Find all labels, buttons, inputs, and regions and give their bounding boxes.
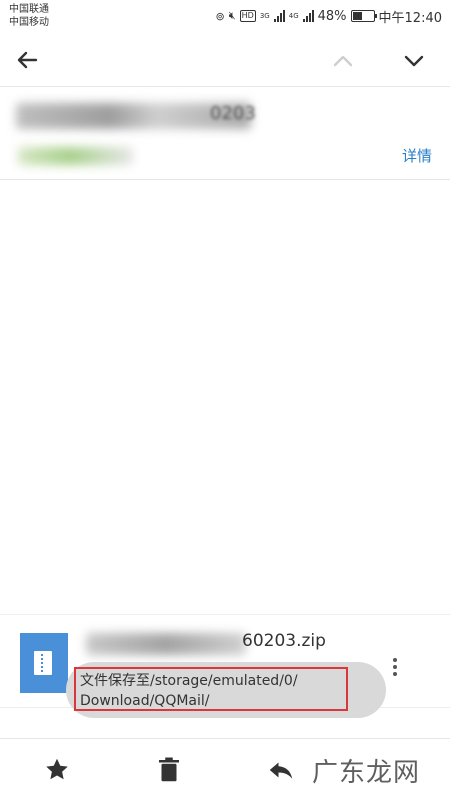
chevron-down-icon (404, 55, 424, 67)
signal-icon (273, 10, 285, 22)
reply-button[interactable] (266, 755, 296, 785)
toast-line-2: Download/QQMail/ (80, 693, 210, 709)
star-icon (46, 758, 68, 780)
previous-mail-button[interactable] (330, 48, 356, 74)
details-link[interactable]: 详情 (402, 145, 432, 166)
dot-icon (393, 658, 397, 662)
attachment-filename: 60203.zip (242, 631, 326, 651)
carrier-info: 中国联通 中国移动 (9, 3, 49, 29)
hotspot-icon: ⊚ (215, 9, 225, 23)
zip-file-icon (20, 633, 68, 693)
reply-icon (269, 762, 293, 779)
arrow-left-icon (17, 51, 38, 69)
watermark: 广东龙网 (312, 758, 421, 788)
dot-icon (393, 672, 397, 676)
subject-tail: 0203 (210, 103, 256, 124)
delete-button[interactable] (154, 755, 184, 785)
battery-icon (350, 10, 377, 22)
save-location-toast: 文件保存至/storage/emulated/0/ Download/QQMai… (66, 662, 386, 718)
status-bar: 中国联通 中国移动 ⊚ 🔇︎ HD 3G 4G 48% 中午12:40 (0, 0, 450, 34)
star-button[interactable] (42, 755, 72, 785)
carrier-2: 中国移动 (9, 17, 49, 28)
dot-icon (393, 665, 397, 669)
carrier-1: 中国联通 (9, 4, 49, 15)
sender-redacted (18, 147, 133, 165)
battery-percent: 48% (317, 8, 347, 24)
chevron-up-icon (333, 55, 353, 67)
status-icons: ⊚ 🔇︎ HD 3G 4G 48% 中午12:40 (216, 6, 443, 26)
hd-badge: HD (239, 10, 256, 22)
mail-header: 0203 详情 (0, 87, 450, 180)
network-4g: 4G (288, 12, 299, 20)
back-button[interactable] (14, 46, 42, 74)
toast-line-1: 文件保存至/storage/emulated/0/ (80, 673, 298, 689)
mute-icon: 🔇︎ (228, 9, 236, 22)
clock: 中午12:40 (378, 10, 442, 26)
highlight-box: 文件保存至/storage/emulated/0/ Download/QQMai… (74, 667, 348, 711)
network-3g: 3G (259, 12, 270, 20)
filename-redacted (86, 633, 246, 655)
trash-icon (159, 757, 179, 782)
signal-icon (302, 10, 314, 22)
next-mail-button[interactable] (401, 48, 427, 74)
more-options-button[interactable] (385, 651, 405, 683)
top-nav-bar (0, 34, 450, 87)
